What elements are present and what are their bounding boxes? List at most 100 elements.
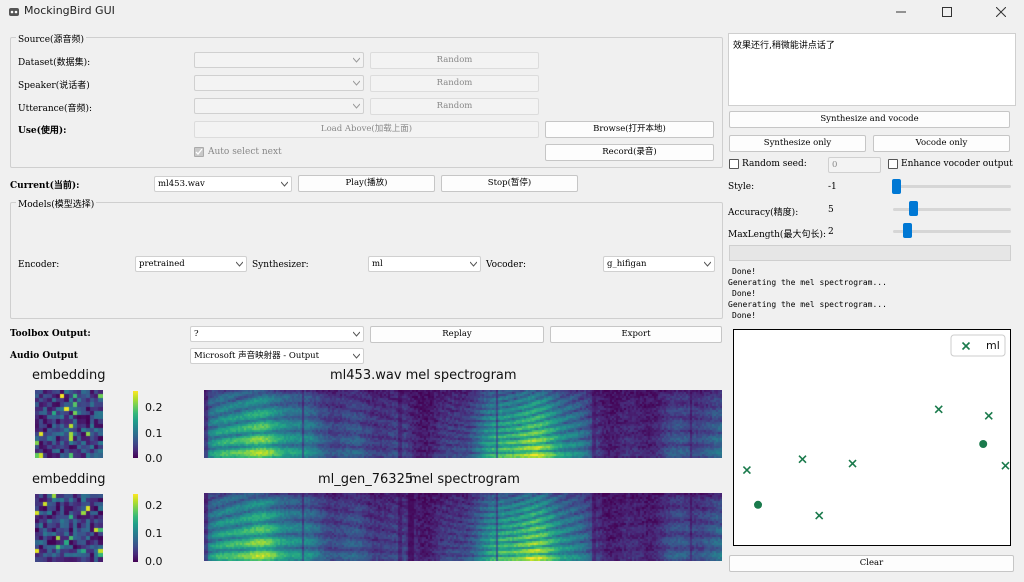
speaker-label: Speaker(说话者)	[18, 81, 90, 91]
auto-select-label: Auto select next	[208, 147, 282, 157]
utterance-random-button[interactable]: Random	[370, 98, 539, 115]
models-group-title: Models(模型选择)	[16, 197, 97, 210]
source-group-title: Source(源音频)	[16, 32, 87, 45]
random-seed-input[interactable]: 0	[828, 157, 881, 173]
clear-button[interactable]: Clear	[729, 555, 1014, 572]
maxlength-value: 2	[828, 227, 834, 237]
toolbox-output-select[interactable]: ?	[190, 326, 364, 342]
random-seed-label: Random seed:	[742, 159, 807, 169]
record-button[interactable]: Record(录音)	[545, 144, 714, 161]
load-above-button[interactable]: Load Above(加载上面)	[194, 121, 539, 138]
vocoder-select[interactable]: g_hifigan	[603, 256, 715, 272]
close-button[interactable]	[978, 0, 1024, 24]
current-file-select[interactable]: ml453.wav	[154, 176, 292, 192]
use-label: Use(使用):	[18, 126, 67, 136]
current-label: Current(当前):	[10, 181, 80, 191]
chevron-down-icon	[704, 261, 711, 267]
scatter-frame	[733, 329, 1011, 546]
colorbar-1	[133, 391, 138, 458]
synthesize-only-button[interactable]: Synthesize only	[729, 135, 866, 152]
mockingbird-logo-icon	[9, 8, 19, 16]
log-line-3: Done!	[732, 289, 757, 298]
audio-output-value: Microsoft 声音映射器 - Output	[194, 351, 320, 361]
speaker-random-button[interactable]: Random	[370, 75, 539, 92]
text-input-value: 效果还行,稍微能讲点话了	[733, 41, 835, 51]
close-icon	[996, 7, 1006, 17]
chevron-down-icon	[353, 80, 360, 86]
colorbar-1-tick-01: 0.1	[145, 427, 163, 440]
log-line-1: Done!	[732, 267, 757, 276]
embedding-heatmap-2	[35, 494, 103, 562]
progress-bar	[729, 245, 1011, 261]
enhance-vocoder-checkbox[interactable]	[888, 159, 898, 169]
vocode-only-button[interactable]: Vocode only	[873, 135, 1010, 152]
colorbar-2-tick-00: 0.0	[145, 555, 163, 568]
browse-button[interactable]: Browse(打开本地)	[545, 121, 714, 138]
encoder-select[interactable]: pretrained	[135, 256, 247, 272]
accuracy-slider-handle[interactable]	[909, 201, 918, 216]
title-bar	[0, 0, 1024, 24]
synthesizer-select[interactable]: ml	[368, 256, 481, 272]
audio-output-label: Audio Output	[10, 351, 78, 361]
colorbar-2-tick-01: 0.1	[145, 527, 163, 540]
dataset-select[interactable]	[194, 52, 364, 68]
minimize-icon	[896, 11, 906, 13]
text-input[interactable]: 效果还行,稍微能讲点话了	[728, 33, 1016, 106]
speaker-select[interactable]	[194, 75, 364, 91]
dataset-random-button[interactable]: Random	[370, 52, 539, 69]
style-value: -1	[828, 182, 837, 192]
chevron-down-icon	[353, 103, 360, 109]
colorbar-2-tick-02: 0.2	[145, 499, 163, 512]
embedding-title-2: embedding	[32, 472, 106, 487]
style-slider-handle[interactable]	[892, 179, 901, 194]
accuracy-value: 5	[828, 205, 834, 215]
random-seed-checkbox[interactable]	[729, 159, 739, 169]
chevron-down-icon	[353, 331, 360, 337]
embedding-title-1: embedding	[32, 368, 106, 383]
synthesizer-label: Synthesizer:	[252, 260, 309, 270]
style-slider[interactable]	[893, 185, 1011, 188]
window-title: MockingBird GUI	[24, 4, 115, 17]
replay-button[interactable]: Replay	[370, 326, 544, 343]
utterance-select[interactable]	[194, 98, 364, 114]
toolbox-output-label: Toolbox Output:	[10, 329, 91, 339]
log-line-2: Generating the mel spectrogram...	[728, 278, 887, 287]
chevron-down-icon	[281, 181, 288, 187]
spectrogram-title-1: ml453.wav mel spectrogram	[330, 368, 517, 383]
random-seed-value: 0	[832, 160, 838, 170]
scatter-point-dot-1	[979, 440, 988, 449]
umap-scatter-plot: ml	[733, 329, 1011, 546]
auto-select-checkbox[interactable]	[194, 147, 204, 157]
current-file-value: ml453.wav	[158, 179, 205, 189]
mel-spectrogram-1	[204, 390, 722, 458]
synthesizer-value: ml	[372, 259, 383, 269]
maximize-icon	[942, 7, 952, 17]
scatter-legend: ml	[950, 334, 1006, 357]
spectrogram-title-2a: ml_gen_76325	[318, 472, 414, 487]
maxlength-label: MaxLength(最大句长):	[728, 230, 826, 240]
synthesize-and-vocode-button[interactable]: Synthesize and vocode	[729, 111, 1010, 128]
chevron-down-icon	[236, 261, 243, 267]
minimize-button[interactable]	[878, 0, 924, 24]
vocoder-label: Vocoder:	[486, 260, 526, 270]
export-button[interactable]: Export	[550, 326, 722, 343]
chevron-down-icon	[470, 261, 477, 267]
colorbar-2	[133, 494, 138, 562]
audio-output-select[interactable]: Microsoft 声音映射器 - Output	[190, 348, 364, 364]
log-line-5: Done!	[732, 311, 757, 320]
play-button[interactable]: Play(播放)	[298, 175, 435, 192]
vocoder-value: g_hifigan	[607, 259, 647, 269]
legend-label: ml	[986, 339, 1000, 352]
enhance-vocoder-label: Enhance vocoder output	[901, 159, 1013, 169]
maxlength-slider-handle[interactable]	[903, 223, 912, 238]
chevron-down-icon	[353, 57, 360, 63]
accuracy-label: Accuracy(精度):	[728, 208, 799, 218]
embedding-heatmap-1	[35, 390, 103, 458]
colorbar-1-tick-00: 0.0	[145, 452, 163, 465]
maximize-button[interactable]	[924, 0, 970, 24]
colorbar-1-tick-02: 0.2	[145, 401, 163, 414]
mel-spectrogram-2	[204, 493, 722, 561]
log-line-4: Generating the mel spectrogram...	[728, 300, 887, 309]
stop-button[interactable]: Stop(暂停)	[441, 175, 578, 192]
encoder-value: pretrained	[139, 259, 185, 269]
